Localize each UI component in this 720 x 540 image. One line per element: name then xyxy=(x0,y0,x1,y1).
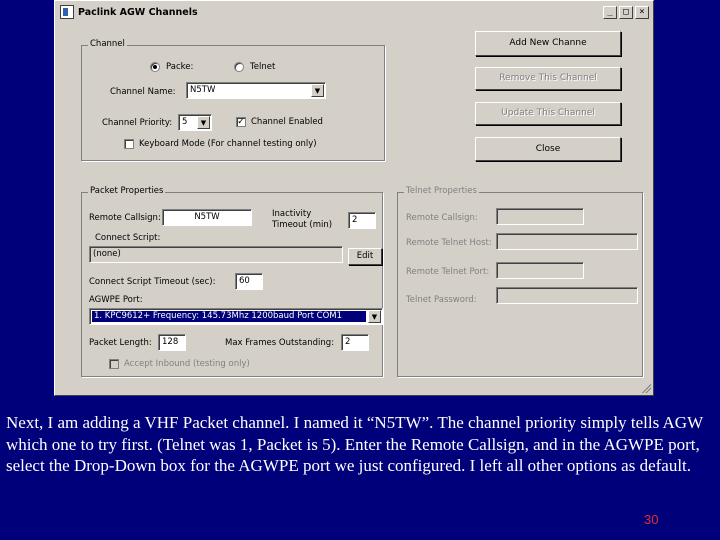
agwpe-port-value: 1. KPC9612+ Frequency: 145.73Mhz 1200bau… xyxy=(92,311,366,322)
inactivity-label-1: Inactivity xyxy=(272,209,312,219)
telnet-properties-group: Telnet Properties Remote Callsign: Remot… xyxy=(397,186,643,377)
add-channel-button[interactable]: Add New Channe xyxy=(475,31,621,56)
close-window-button[interactable]: × xyxy=(635,6,649,19)
telnet-radio[interactable] xyxy=(234,62,244,72)
packet-length-input[interactable]: 128 xyxy=(158,334,186,351)
script-timeout-label: Connect Script Timeout (sec): xyxy=(89,277,216,287)
keyboard-mode-label: Keyboard Mode (For channel testing only) xyxy=(139,139,317,149)
telnet-radio-label: Telnet xyxy=(250,62,276,72)
maximize-button[interactable]: □ xyxy=(619,6,633,19)
slide-caption: Next, I am adding a VHF Packet channel. … xyxy=(6,413,703,475)
remote-callsign-label: Remote Callsign: xyxy=(89,213,161,223)
telnet-remote-host-input[interactable] xyxy=(496,233,638,250)
channel-enabled-checkbox[interactable]: ✓ xyxy=(236,117,246,127)
agw-channels-window: Paclink AGW Channels _ □ × Channel Packe… xyxy=(54,0,654,396)
edit-script-button[interactable]: Edit xyxy=(348,248,382,265)
app-icon[interactable] xyxy=(60,5,74,19)
max-frames-input[interactable]: 2 xyxy=(341,334,369,351)
packet-length-label: Packet Length: xyxy=(89,338,152,348)
accept-inbound-checkbox[interactable] xyxy=(109,359,119,369)
close-button[interactable]: Close xyxy=(475,137,621,161)
telnet-remote-port-input[interactable] xyxy=(496,262,584,279)
channel-name-label: Channel Name: xyxy=(110,87,176,97)
packet-properties-legend: Packet Properties xyxy=(88,186,166,196)
telnet-password-input[interactable] xyxy=(496,287,638,304)
channel-enabled-label: Channel Enabled xyxy=(251,117,323,127)
telnet-remote-port-label: Remote Telnet Port: xyxy=(406,267,490,277)
agwpe-port-combo[interactable]: 1. KPC9612+ Frequency: 145.73Mhz 1200bau… xyxy=(89,308,383,325)
telnet-password-label: Telnet Password: xyxy=(406,295,477,305)
telnet-remote-callsign-input[interactable] xyxy=(496,208,584,225)
minimize-button[interactable]: _ xyxy=(603,6,617,19)
inactivity-label-2: Timeout (min) xyxy=(272,220,333,230)
max-frames-label: Max Frames Outstanding: xyxy=(225,338,335,348)
remove-channel-button[interactable]: Remove This Channel xyxy=(475,67,621,90)
page-number: 30 xyxy=(644,512,659,527)
channel-name-combo[interactable]: N5TW ▼ xyxy=(186,82,326,99)
channel-legend: Channel xyxy=(88,39,127,49)
window-title: Paclink AGW Channels xyxy=(78,6,198,18)
keyboard-mode-checkbox[interactable] xyxy=(124,139,134,149)
channel-name-value: N5TW xyxy=(190,85,216,95)
channel-group: Channel Packe: Telnet Channel Name: N5TW… xyxy=(81,39,385,161)
resize-grip-icon[interactable] xyxy=(641,383,651,393)
accept-inbound-label: Accept Inbound (testing only) xyxy=(124,359,250,369)
packet-properties-group: Packet Properties Remote Callsign: N5TW … xyxy=(81,186,383,377)
agwpe-port-label: AGWPE Port: xyxy=(89,295,143,305)
connect-script-label: Connect Script: xyxy=(95,233,161,243)
chevron-down-icon[interactable]: ▼ xyxy=(311,84,324,97)
chevron-down-icon[interactable]: ▼ xyxy=(368,310,381,323)
telnet-properties-legend: Telnet Properties xyxy=(404,186,479,196)
connect-script-field[interactable]: (none) xyxy=(89,246,343,263)
channel-priority-value: 5 xyxy=(182,117,188,127)
telnet-remote-host-label: Remote Telnet Host: xyxy=(406,238,492,248)
channel-priority-label: Channel Priority: xyxy=(102,118,173,128)
telnet-remote-callsign-label: Remote Callsign: xyxy=(406,213,478,223)
update-channel-button[interactable]: Update This Channel xyxy=(475,102,621,125)
channel-priority-combo[interactable]: 5 ▼ xyxy=(178,114,212,131)
remote-callsign-input[interactable]: N5TW xyxy=(162,209,252,226)
packet-radio[interactable] xyxy=(150,62,160,72)
packet-radio-label: Packe: xyxy=(166,62,194,72)
title-bar[interactable]: Paclink AGW Channels _ □ × xyxy=(57,3,651,21)
script-timeout-input[interactable]: 60 xyxy=(235,273,263,290)
chevron-down-icon[interactable]: ▼ xyxy=(197,116,210,129)
inactivity-timeout-input[interactable]: 2 xyxy=(348,212,376,229)
